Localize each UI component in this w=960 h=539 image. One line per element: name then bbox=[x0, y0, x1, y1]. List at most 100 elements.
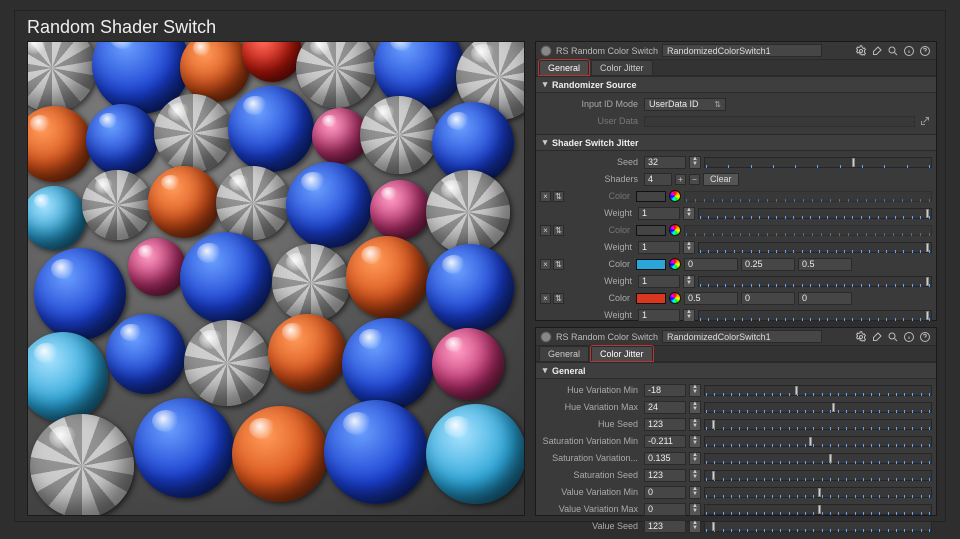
node-type-icon bbox=[540, 45, 552, 57]
weight-slider[interactable] bbox=[698, 208, 932, 219]
param-row: Value Variation Min ▲▼ bbox=[540, 484, 932, 500]
node-name-field[interactable] bbox=[662, 44, 822, 57]
weight-slider[interactable] bbox=[698, 242, 932, 253]
section-shader-switch-jitter[interactable]: ▾ Shader Switch Jitter bbox=[536, 134, 936, 151]
param-value-field[interactable] bbox=[644, 384, 686, 397]
param-slider[interactable] bbox=[704, 470, 932, 481]
weight-field[interactable] bbox=[638, 309, 680, 322]
spinner[interactable]: ▲▼ bbox=[689, 452, 701, 465]
color-rgb-track bbox=[684, 191, 932, 202]
tab-general[interactable]: General bbox=[539, 346, 589, 361]
node-type-label: RS Random Color Switch bbox=[556, 332, 658, 342]
param-value-field[interactable] bbox=[644, 401, 686, 414]
section-general[interactable]: ▾ General bbox=[536, 362, 936, 379]
param-slider[interactable] bbox=[704, 453, 932, 464]
param-label: Saturation Seed bbox=[540, 470, 644, 480]
section-randomizer-source[interactable]: ▾ Randomizer Source bbox=[536, 76, 936, 93]
color-wheel-icon[interactable] bbox=[669, 292, 681, 304]
weight-field[interactable] bbox=[638, 241, 680, 254]
input-id-mode-dropdown[interactable]: UserData ID ⇅ bbox=[644, 98, 726, 111]
color-b-field[interactable] bbox=[798, 292, 852, 305]
remove-entry-button[interactable]: × bbox=[540, 259, 551, 270]
spinner[interactable]: ▲▼ bbox=[689, 520, 701, 533]
brush-icon[interactable] bbox=[870, 330, 884, 344]
color-g-field[interactable] bbox=[741, 258, 795, 271]
param-value-field[interactable] bbox=[644, 469, 686, 482]
color-label: Color bbox=[564, 191, 636, 201]
spinner[interactable]: ▲▼ bbox=[689, 435, 701, 448]
param-value-field[interactable] bbox=[644, 418, 686, 431]
spinner[interactable]: ▲▼ bbox=[689, 486, 701, 499]
user-data-label: User Data bbox=[540, 116, 644, 126]
remove-entry-button[interactable]: × bbox=[540, 293, 551, 304]
search-icon[interactable] bbox=[886, 44, 900, 58]
node-name-field[interactable] bbox=[662, 330, 822, 343]
tab-color-jitter[interactable]: Color Jitter bbox=[591, 60, 653, 75]
color-wheel-icon bbox=[669, 190, 681, 202]
color-r-field[interactable] bbox=[684, 258, 738, 271]
tab-general[interactable]: General bbox=[539, 60, 589, 75]
param-slider[interactable] bbox=[704, 419, 932, 430]
spinner[interactable]: ▲▼ bbox=[689, 401, 701, 414]
weight-slider[interactable] bbox=[698, 276, 932, 287]
param-slider[interactable] bbox=[704, 521, 932, 532]
reorder-arrows-icon[interactable]: ⇅ bbox=[553, 293, 564, 304]
param-label: Value Variation Max bbox=[540, 504, 644, 514]
section-title-label: General bbox=[552, 366, 586, 376]
param-value-field[interactable] bbox=[644, 503, 686, 516]
settings-icon[interactable] bbox=[854, 330, 868, 344]
increment-button[interactable]: + bbox=[675, 174, 686, 185]
param-label: Hue Variation Min bbox=[540, 385, 644, 395]
color-swatch[interactable] bbox=[636, 293, 666, 304]
weight-field[interactable] bbox=[638, 207, 680, 220]
seed-field[interactable] bbox=[644, 156, 686, 169]
param-value-field[interactable] bbox=[644, 452, 686, 465]
param-slider[interactable] bbox=[704, 402, 932, 413]
shaders-count-field[interactable] bbox=[644, 173, 672, 186]
help-icon[interactable] bbox=[918, 44, 932, 58]
spinner[interactable]: ▲▼ bbox=[689, 384, 701, 397]
decrement-button[interactable]: − bbox=[689, 174, 700, 185]
spinner[interactable]: ▲▼ bbox=[689, 469, 701, 482]
spinner[interactable]: ▲▼ bbox=[683, 207, 695, 220]
param-slider[interactable] bbox=[704, 385, 932, 396]
spinner[interactable]: ▲▼ bbox=[683, 275, 695, 288]
color-g-field[interactable] bbox=[741, 292, 795, 305]
settings-icon[interactable] bbox=[854, 44, 868, 58]
color-wheel-icon[interactable] bbox=[669, 258, 681, 270]
param-value-field[interactable] bbox=[644, 435, 686, 448]
remove-entry-button[interactable]: × bbox=[540, 191, 551, 202]
tabs: General Color Jitter bbox=[536, 346, 936, 362]
spinner[interactable]: ▲▼ bbox=[689, 503, 701, 516]
color-r-field[interactable] bbox=[684, 292, 738, 305]
spinner[interactable]: ▲▼ bbox=[689, 418, 701, 431]
spinner[interactable]: ▲▼ bbox=[683, 241, 695, 254]
param-slider[interactable] bbox=[704, 504, 932, 515]
weight-slider[interactable] bbox=[698, 310, 932, 321]
spinner[interactable]: ▲▼ bbox=[683, 309, 695, 322]
help-icon[interactable] bbox=[918, 330, 932, 344]
param-label: Hue Seed bbox=[540, 419, 644, 429]
chevron-down-icon: ▾ bbox=[540, 365, 550, 376]
remove-entry-button[interactable]: × bbox=[540, 225, 551, 236]
param-label: Saturation Variation Min bbox=[540, 436, 644, 446]
seed-slider[interactable] bbox=[704, 157, 932, 168]
clear-button[interactable]: Clear bbox=[703, 173, 739, 186]
spinner[interactable]: ▲▼ bbox=[689, 156, 701, 169]
reorder-arrows-icon[interactable]: ⇅ bbox=[553, 191, 564, 202]
color-swatch[interactable] bbox=[636, 259, 666, 270]
info-icon[interactable] bbox=[902, 330, 916, 344]
param-slider[interactable] bbox=[704, 487, 932, 498]
param-slider[interactable] bbox=[704, 436, 932, 447]
reorder-arrows-icon[interactable]: ⇅ bbox=[553, 225, 564, 236]
tab-color-jitter[interactable]: Color Jitter bbox=[591, 346, 653, 361]
brush-icon[interactable] bbox=[870, 44, 884, 58]
reorder-arrows-icon[interactable]: ⇅ bbox=[553, 259, 564, 270]
info-icon[interactable] bbox=[902, 44, 916, 58]
link-out-icon[interactable] bbox=[918, 114, 932, 128]
param-value-field[interactable] bbox=[644, 486, 686, 499]
param-value-field[interactable] bbox=[644, 520, 686, 533]
search-icon[interactable] bbox=[886, 330, 900, 344]
color-b-field[interactable] bbox=[798, 258, 852, 271]
weight-field[interactable] bbox=[638, 275, 680, 288]
